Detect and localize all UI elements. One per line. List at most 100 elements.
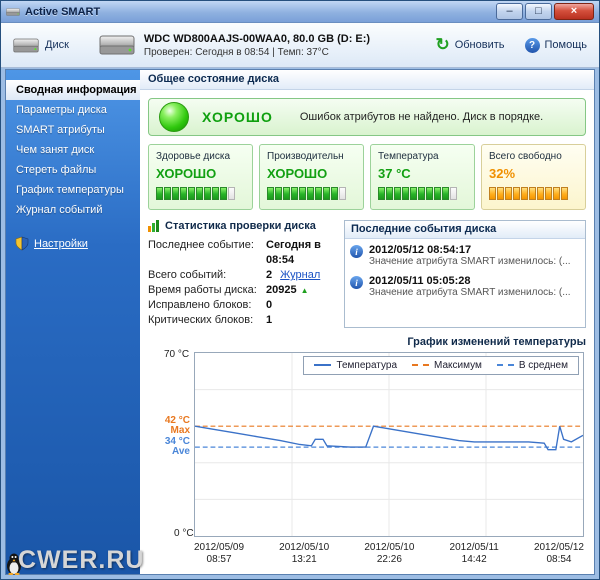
card-value: 37 °C bbox=[378, 166, 467, 181]
max-ref-label: 42 °C Max bbox=[148, 416, 190, 436]
bar-chart-icon bbox=[148, 220, 159, 232]
card-value: ХОРОШО bbox=[267, 166, 356, 181]
event-item[interactable]: i 2012/05/11 05:05:28 Значение атрибута … bbox=[345, 270, 585, 301]
disk-menu-button[interactable]: Диск bbox=[13, 37, 69, 54]
maximize-button[interactable]: □ bbox=[525, 3, 552, 20]
legend-item-temperature: Температура bbox=[314, 360, 397, 371]
stat-label: Время работы диска: bbox=[148, 283, 266, 298]
ave-ref-sublabel: Ave bbox=[148, 447, 190, 457]
sidebar-item-disk-usage[interactable]: Чем занят диск bbox=[6, 140, 140, 160]
x-tick-date: 2012/05/10 bbox=[279, 542, 329, 554]
card-gauge bbox=[378, 187, 467, 200]
refresh-label: Обновить bbox=[455, 39, 505, 51]
app-body: Сводная информация Параметры диска SMART… bbox=[5, 69, 595, 575]
card-gauge bbox=[156, 187, 245, 200]
sidebar-item-erase-files[interactable]: Стереть файлы bbox=[6, 160, 140, 180]
info-icon: i bbox=[350, 245, 363, 258]
stat-label: Всего событий: bbox=[148, 268, 266, 283]
x-tick-time: 22:26 bbox=[364, 554, 414, 566]
legend-line-icon bbox=[314, 364, 331, 366]
chart-title: График изменений температуры bbox=[148, 336, 586, 352]
section-title: Общее состояние диска bbox=[140, 70, 594, 90]
max-ref-sublabel: Max bbox=[148, 426, 190, 436]
journal-link[interactable]: Журнал bbox=[280, 268, 320, 283]
sidebar-item-summary[interactable]: Сводная информация bbox=[6, 80, 140, 100]
content-area: Общее состояние диска ХОРОШО Ошибок атри… bbox=[140, 70, 594, 574]
stat-row-total-events: Всего событий: 2 Журнал bbox=[148, 268, 334, 283]
events-panel-title: Последние события диска bbox=[345, 221, 585, 239]
titlebar[interactable]: Active SMART – □ × bbox=[1, 1, 599, 23]
temperature-chart: 70 °C 0 °C 42 °C Max 34 °C Ave Температу… bbox=[148, 352, 586, 574]
legend-dash-icon bbox=[412, 364, 429, 366]
legend-label: Максимум bbox=[434, 360, 482, 371]
help-label: Помощь bbox=[545, 39, 588, 51]
disk-check-statistics: Статистика проверки диска Последнее собы… bbox=[148, 220, 334, 328]
stat-value: 2 bbox=[266, 268, 272, 283]
status-text: ХОРОШО bbox=[202, 109, 273, 125]
legend-dash-icon bbox=[497, 364, 514, 366]
watermark: CWER.RU bbox=[6, 546, 144, 575]
settings-label: Настройки bbox=[34, 238, 88, 250]
help-button[interactable]: ? Помощь bbox=[525, 38, 588, 53]
help-icon: ? bbox=[525, 38, 540, 53]
event-timestamp: 2012/05/12 08:54:17 bbox=[369, 244, 581, 256]
toolbar: Диск WDC WD800AAJS-00WAA0, 80.0 GB (D: E… bbox=[1, 23, 599, 68]
sidebar-item-smart-attributes[interactable]: SMART атрибуты bbox=[6, 120, 140, 140]
stat-value: 1 bbox=[266, 313, 272, 328]
stat-row-repaired-blocks: Исправлено блоков: 0 bbox=[148, 298, 334, 313]
event-item[interactable]: i 2012/05/12 08:54:17 Значение атрибута … bbox=[345, 239, 585, 270]
x-tick-date: 2012/05/09 bbox=[194, 542, 244, 554]
card-gauge bbox=[489, 187, 578, 200]
status-message: Ошибок атрибутов не найдено. Диск в поря… bbox=[300, 111, 543, 123]
legend-label: Температура bbox=[336, 360, 397, 371]
x-tick-time: 08:57 bbox=[194, 554, 244, 566]
app-icon bbox=[6, 6, 20, 18]
drive-name: WDC WD800AAJS-00WAA0, 80.0 GB (D: E:) bbox=[144, 33, 370, 45]
stat-value: 20925 bbox=[266, 283, 297, 298]
disk-icon bbox=[13, 37, 39, 54]
sidebar-item-temperature-graph[interactable]: График температуры bbox=[6, 180, 140, 200]
watermark-text: CWER.RU bbox=[18, 546, 144, 575]
refresh-button[interactable]: ↻ Обновить bbox=[435, 38, 504, 52]
settings-link[interactable]: Настройки bbox=[15, 236, 140, 251]
card-disk-health: Здоровье диска ХОРОШО bbox=[148, 144, 253, 210]
stat-label: Исправлено блоков: bbox=[148, 298, 266, 313]
sidebar-item-disk-parameters[interactable]: Параметры диска bbox=[6, 100, 140, 120]
x-axis-ticks: 2012/05/09 08:57 2012/05/10 13:21 2012/0… bbox=[194, 542, 584, 566]
drive-info: WDC WD800AAJS-00WAA0, 80.0 GB (D: E:) Пр… bbox=[99, 33, 436, 58]
minimize-button[interactable]: – bbox=[496, 3, 523, 20]
card-temperature: Температура 37 °C bbox=[370, 144, 475, 210]
refresh-icon: ↻ bbox=[435, 38, 449, 52]
y-axis-min-label: 0 °C bbox=[174, 528, 194, 539]
chart-plot-area: Температура Максимум В среднем bbox=[194, 352, 584, 537]
stat-row-last-event: Последнее событие: Сегодня в 08:54 bbox=[148, 238, 334, 268]
status-orb-icon bbox=[159, 102, 189, 132]
drive-status: Проверен: Сегодня в 08:54 | Темп: 37°C bbox=[144, 47, 370, 58]
stat-row-critical-blocks: Критических блоков: 1 bbox=[148, 313, 334, 328]
x-tick-time: 08:54 bbox=[534, 554, 584, 566]
drive-icon bbox=[99, 33, 135, 57]
stat-value: 0 bbox=[266, 298, 272, 313]
close-button[interactable]: × bbox=[554, 3, 594, 20]
sidebar-item-event-log[interactable]: Журнал событий bbox=[6, 200, 140, 220]
disk-menu-label: Диск bbox=[45, 39, 69, 51]
x-tick-date: 2012/05/12 bbox=[534, 542, 584, 554]
x-tick: 2012/05/10 13:21 bbox=[279, 542, 329, 566]
x-tick-time: 13:21 bbox=[279, 554, 329, 566]
sidebar: Сводная информация Параметры диска SMART… bbox=[6, 70, 140, 574]
legend-label: В среднем bbox=[519, 360, 568, 371]
up-arrow-icon: ▲ bbox=[301, 283, 309, 298]
stat-row-power-on-hours: Время работы диска: 20925 ▲ bbox=[148, 283, 334, 298]
stat-label: Последнее событие: bbox=[148, 238, 266, 253]
recent-events-panel: Последние события диска i 2012/05/12 08:… bbox=[344, 220, 586, 328]
card-value: ХОРОШО bbox=[156, 166, 245, 181]
x-tick: 2012/05/09 08:57 bbox=[194, 542, 244, 566]
card-title: Здоровье диска bbox=[156, 151, 245, 162]
x-tick-time: 14:42 bbox=[450, 554, 499, 566]
event-description: Значение атрибута SMART изменилось: (... bbox=[369, 287, 581, 298]
window-title: Active SMART bbox=[25, 6, 494, 18]
status-banner: ХОРОШО Ошибок атрибутов не найдено. Диск… bbox=[148, 98, 586, 136]
status-cards: Здоровье диска ХОРОШО Производительн ХОР… bbox=[148, 144, 586, 210]
event-description: Значение атрибута SMART изменилось: (... bbox=[369, 256, 581, 267]
card-title: Температура bbox=[378, 151, 467, 162]
